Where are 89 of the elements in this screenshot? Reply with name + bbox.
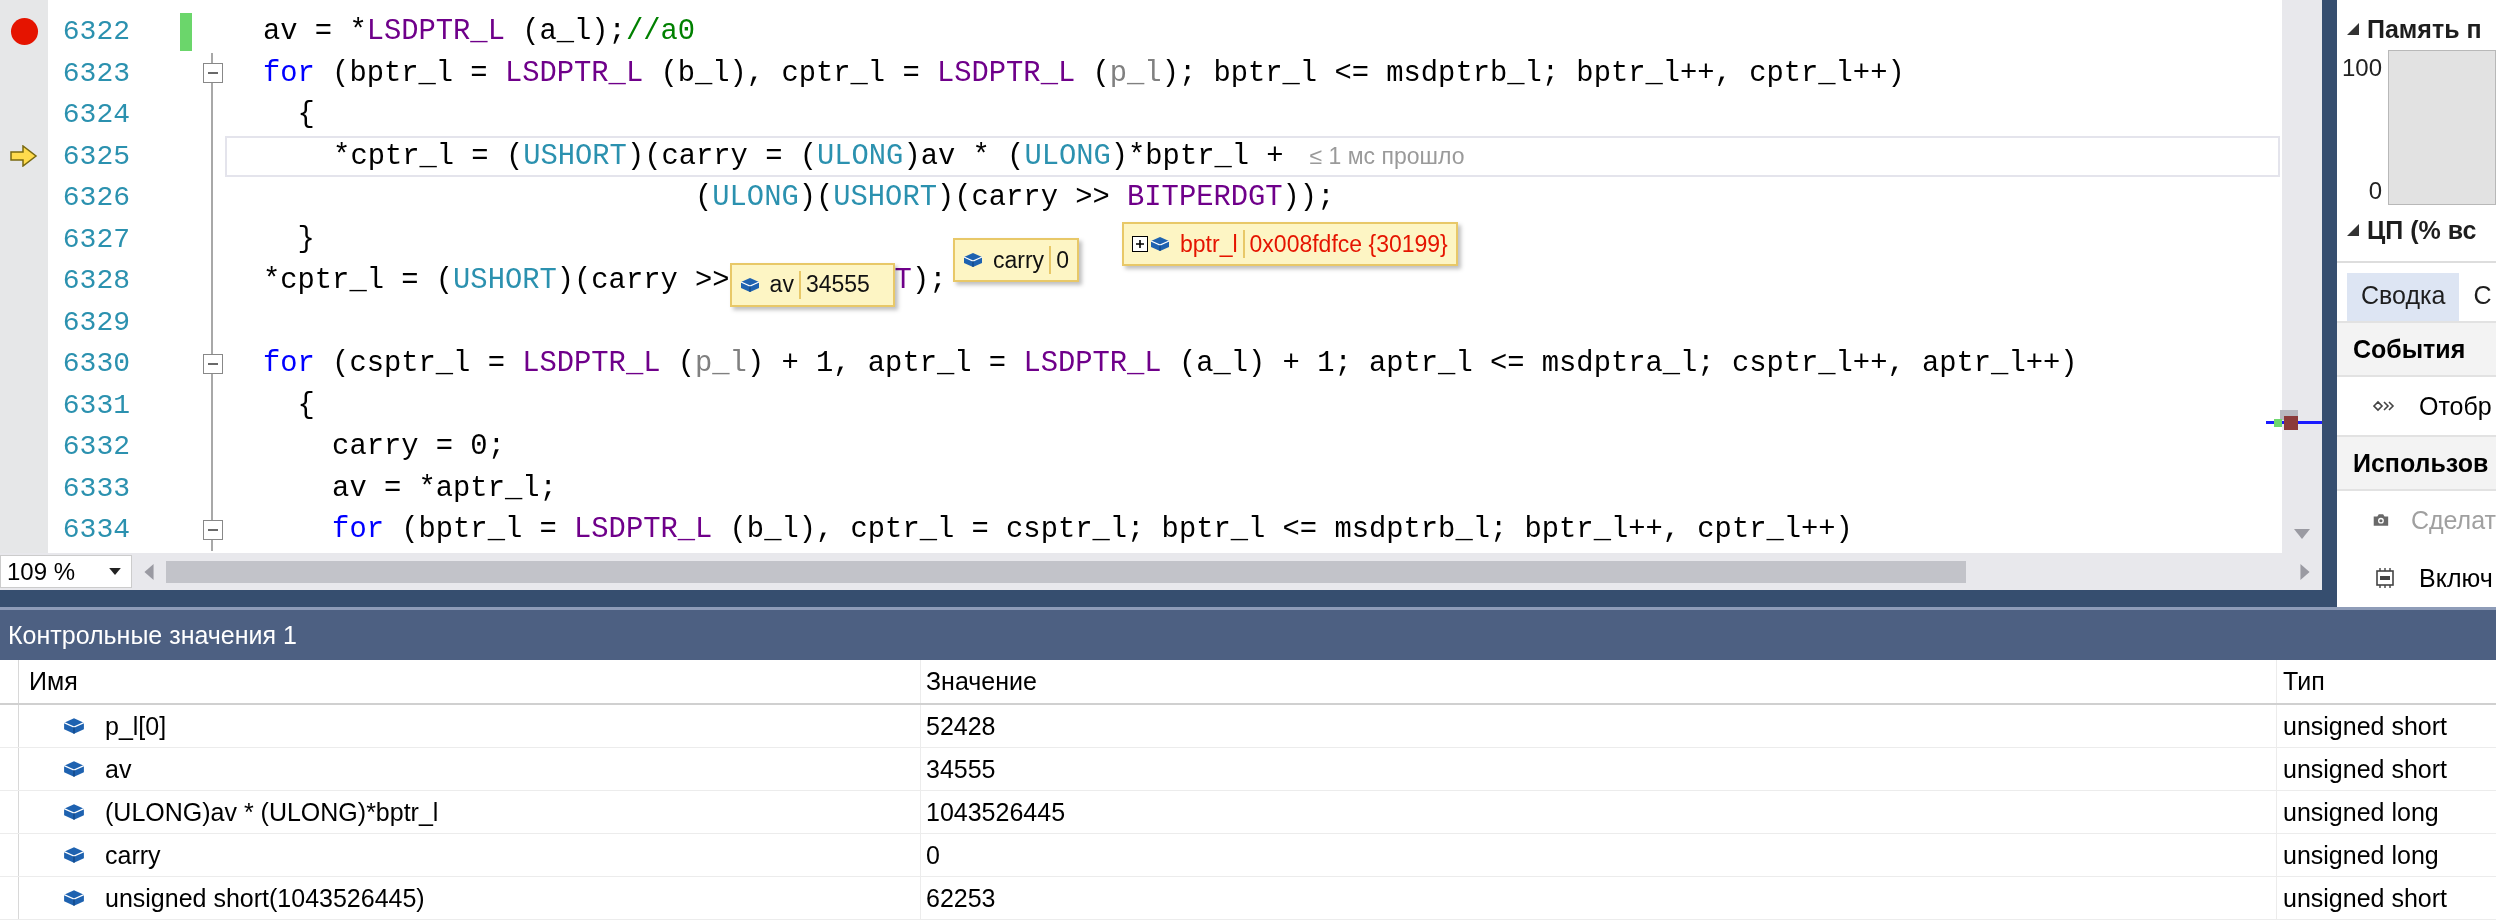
field-icon bbox=[1150, 236, 1170, 252]
collapse-icon[interactable] bbox=[202, 519, 223, 540]
code-text: *cptr_l = (USHORT)(carry >> bbox=[263, 263, 730, 300]
scroll-down-icon[interactable] bbox=[2294, 529, 2310, 539]
code-text: } bbox=[296, 221, 315, 258]
variable-name: bptr_l bbox=[1180, 230, 1238, 258]
scroll-right-icon[interactable] bbox=[2300, 563, 2310, 580]
watch-value[interactable]: 62253 bbox=[926, 883, 996, 913]
field-icon bbox=[63, 846, 85, 864]
watch-type: unsigned short bbox=[2283, 883, 2447, 913]
watch-name[interactable]: unsigned short(1043526445) bbox=[105, 883, 425, 913]
field-icon bbox=[63, 717, 85, 735]
code-text: carry = 0; bbox=[331, 429, 505, 466]
command-link[interactable]: Включ bbox=[2419, 563, 2493, 593]
line-number: 6326 bbox=[61, 181, 130, 215]
field-icon bbox=[63, 889, 85, 907]
group-heading: События bbox=[2353, 334, 2466, 364]
field-icon bbox=[739, 276, 760, 293]
watch-type: unsigned long bbox=[2283, 797, 2439, 827]
code-text: av = *LSDPTR_L (a_l);//a0 bbox=[263, 14, 696, 51]
data-tip[interactable]: carry 0 bbox=[953, 238, 1079, 282]
variable-value[interactable]: 34555 bbox=[805, 265, 870, 305]
elapsed-time-hint: ≤ 1 мс прошло bbox=[1309, 141, 1465, 171]
data-tip[interactable]: av 34555 bbox=[729, 262, 895, 307]
glyph-margin[interactable] bbox=[0, 0, 48, 553]
line-number: 6329 bbox=[61, 305, 130, 340]
watch-value[interactable]: 34555 bbox=[926, 754, 996, 784]
line-number: 6322 bbox=[61, 15, 130, 49]
watch-name[interactable]: p_l[0] bbox=[105, 711, 167, 741]
watch-type: unsigned short bbox=[2283, 754, 2447, 784]
variable-name: carry bbox=[993, 246, 1045, 274]
section-title: ЦП (% вс bbox=[2367, 215, 2477, 245]
scroll-left-icon[interactable] bbox=[144, 563, 154, 580]
watch-name[interactable]: carry bbox=[105, 840, 161, 870]
line-number: 6324 bbox=[61, 98, 130, 132]
field-icon bbox=[963, 252, 983, 268]
watch-type: unsigned long bbox=[2283, 840, 2439, 870]
line-number: 6330 bbox=[61, 347, 130, 381]
expand-triangle-icon[interactable] bbox=[2347, 224, 2359, 236]
tab[interactable]: С bbox=[2459, 273, 2496, 321]
code-text: av = *aptr_l; bbox=[331, 470, 557, 507]
variable-value[interactable]: 0x008fdfce {30199} bbox=[1249, 230, 1448, 258]
variable-value[interactable]: 0 bbox=[1056, 246, 1069, 274]
field-icon bbox=[63, 803, 85, 821]
watch-value[interactable]: 52428 bbox=[926, 711, 996, 741]
field-icon bbox=[63, 760, 85, 778]
watch-type: unsigned short bbox=[2283, 711, 2447, 741]
vertical-scrollbar[interactable] bbox=[2282, 0, 2322, 553]
chip-icon bbox=[2373, 568, 2397, 588]
code-text: T); bbox=[894, 263, 947, 300]
data-tip[interactable]: bptr_l 0x008fdfce {30199} bbox=[1122, 222, 1458, 266]
panel-title: Контрольные значения 1 bbox=[8, 620, 297, 650]
watch-value[interactable]: 0 bbox=[926, 840, 940, 870]
watch-value[interactable]: 1043526445 bbox=[926, 797, 1066, 827]
line-number: 6323 bbox=[61, 56, 130, 91]
line-number: 6333 bbox=[61, 471, 130, 506]
code-text: for (bptr_l = LSDPTR_L (b_l), cptr_l = csptr_l; bptr_l <= msdptrb_l; bptr_l++, cptr_l++) bbox=[331, 512, 1853, 549]
expand-icon[interactable] bbox=[1132, 236, 1148, 252]
column-header[interactable]: Имя bbox=[29, 667, 78, 696]
section-title: Память п bbox=[2367, 14, 2482, 44]
collapse-icon[interactable] bbox=[202, 63, 223, 84]
code-text: { bbox=[296, 387, 315, 424]
column-header[interactable]: Значение bbox=[926, 667, 1037, 696]
axis-label: 100 bbox=[2341, 54, 2382, 82]
watch-name[interactable]: (ULONG)av * (ULONG)*bptr_l bbox=[105, 797, 439, 827]
code-text: (ULONG)(USHORT)(carry >> BITPERDGT)); bbox=[694, 180, 1335, 217]
code-text: { bbox=[296, 97, 315, 134]
expand-triangle-icon[interactable] bbox=[2347, 23, 2359, 35]
line-number: 6331 bbox=[61, 388, 130, 423]
breakpoint-icon[interactable] bbox=[9, 17, 39, 47]
command-link[interactable]: Отобр bbox=[2419, 391, 2492, 421]
axis-label: 0 bbox=[2368, 177, 2382, 205]
column-header[interactable]: Тип bbox=[2283, 667, 2325, 696]
zoom-dropdown[interactable]: 109 % bbox=[0, 555, 132, 588]
group-heading: Использов bbox=[2353, 448, 2489, 478]
horizontal-scrollbar-thumb[interactable] bbox=[166, 560, 1966, 583]
caret-icon[interactable] bbox=[109, 568, 121, 575]
line-number: 6334 bbox=[61, 513, 130, 547]
line-number: 6332 bbox=[61, 430, 130, 464]
code-text: for (csptr_l = LSDPTR_L (p_l) + 1, aptr_l = LSDPTR_L (a_l) + 1; aptr_l <= msdptra_l; csptr_l++, aptr_l++) bbox=[263, 346, 2078, 383]
tab[interactable]: Сводка bbox=[2347, 273, 2460, 321]
collapse-icon[interactable] bbox=[202, 353, 223, 374]
line-number: 6328 bbox=[61, 264, 130, 298]
code-text: for (bptr_l = LSDPTR_L (b_l), cptr_l = LSDPTR_L (p_l); bptr_l <= msdptrb_l; bptr_l++, cptr_l++) bbox=[263, 55, 1905, 92]
variable-name: av bbox=[769, 270, 794, 300]
watch-name[interactable]: av bbox=[105, 754, 132, 784]
code-text: *cptr_l = (USHORT)(carry = (ULONG)av * (ULONG)*bptr_l + bbox=[332, 138, 1284, 175]
line-number: 6325 bbox=[61, 139, 130, 174]
line-number: 6327 bbox=[61, 222, 130, 257]
